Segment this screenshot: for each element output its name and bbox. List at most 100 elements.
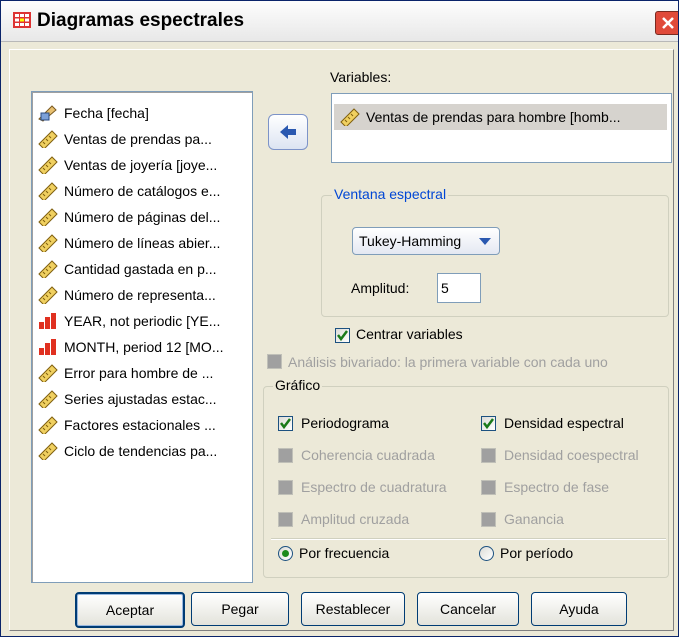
checkmark-icon [337,330,348,342]
list-item[interactable]: Ciclo de tendencias pa... [38,438,217,464]
list-item-label: Ventas de prendas para hombre [homb... [366,109,621,125]
ruler-icon [38,390,58,408]
ok-button[interactable]: Aceptar [75,592,185,628]
ok-button-label: Aceptar [105,602,155,618]
center-variables-label: Centrar variables [356,326,463,342]
phase-spectrum-label: Espectro de fase [504,479,610,495]
list-item[interactable]: Número de páginas del... [38,204,220,230]
window-title: Diagramas espectrales [37,10,245,31]
list-item-label: Error para hombre de ... [64,365,214,381]
list-item-label: Número de representa... [64,287,216,303]
source-variable-list[interactable]: Fecha [fecha] Ventas de prendas pa... Ve… [31,91,253,583]
gain-label: Ganancia [504,511,564,527]
by-period-radio[interactable] [479,546,494,561]
list-item[interactable]: Series ajustadas estac... [38,386,217,412]
quadrature-spectrum-checkbox[interactable] [278,480,293,495]
cross-amplitude-checkbox[interactable] [278,512,293,527]
spectral-window-group [321,195,669,317]
help-button[interactable]: Ayuda [531,592,627,626]
reset-button[interactable]: Restablecer [301,592,405,626]
cancel-button[interactable]: Cancelar [417,592,519,626]
close-icon [662,17,674,29]
spectral-density-label: Densidad espectral [504,415,624,431]
gain-checkbox[interactable] [481,512,496,527]
list-item-label: Factores estacionales ... [64,417,216,433]
checkmark-icon [483,418,494,430]
list-item[interactable]: Ventas de prendas pa... [38,126,212,152]
phase-spectrum-checkbox[interactable] [481,480,496,495]
by-frequency-label: Por frecuencia [299,545,390,561]
ruler-icon [38,182,58,200]
ruler-icon [38,208,58,226]
dialog-window: Diagramas espectrales Fecha [fecha] Vent… [0,0,679,637]
amplitude-label: Amplitud: [351,280,410,296]
ruler-icon [38,286,58,304]
list-item[interactable]: Número de líneas abier... [38,230,220,256]
list-item[interactable]: Ventas de prendas para hombre [homb... [334,104,667,130]
list-item[interactable]: Número de representa... [38,282,216,308]
list-item-label: Número de líneas abier... [64,235,221,251]
ruler-icon [38,442,58,460]
list-item-label: Cantidad gastada en p... [64,261,217,277]
ruler-icon [38,156,58,174]
variables-list[interactable]: Ventas de prendas para hombre [homb... [331,93,672,163]
dropdown-value: Tukey-Hamming [359,233,462,249]
close-button[interactable] [655,11,678,35]
ruler-icon [38,364,58,382]
list-item-label: MONTH, period 12 [MO... [64,339,224,355]
spectral-window-dropdown[interactable]: Tukey-Hamming [352,227,500,255]
amplitude-value: 5 [441,280,449,296]
list-item[interactable]: Error para hombre de ... [38,360,213,386]
quadrature-spectrum-label: Espectro de cuadratura [301,479,447,495]
cospectral-density-label: Densidad coespectral [504,447,639,463]
list-item[interactable]: Factores estacionales ... [38,412,216,438]
squared-coherency-checkbox[interactable] [278,448,293,463]
checkmark-icon [280,418,291,430]
paste-button-label: Pegar [221,601,259,617]
list-item[interactable]: Ventas de joyería [joye... [38,152,217,178]
list-item-label: Fecha [fecha] [64,105,149,121]
variables-label: Variables: [330,69,392,85]
spectral-window-legend: Ventana espectral [332,186,449,202]
ruler-icon [38,130,58,148]
cross-amplitude-label: Amplitud cruzada [301,511,410,527]
list-item-label: Series ajustadas estac... [64,391,217,407]
radio-selected-dot [282,550,289,557]
list-item[interactable]: Fecha [fecha] [38,100,149,126]
center-variables-checkbox[interactable] [335,328,350,343]
ruler-icon [38,234,58,252]
list-item-label: Ventas de joyería [joye... [64,157,218,173]
spectral-density-checkbox[interactable] [481,416,496,431]
move-variable-button[interactable] [268,114,308,150]
cancel-button-label: Cancelar [439,601,497,617]
ruler-icon [38,260,58,278]
by-frequency-radio[interactable] [278,546,293,561]
list-item-label: Número de catálogos e... [64,183,221,199]
periodogram-label: Periodograma [301,415,389,431]
list-item[interactable]: MONTH, period 12 [MO... [38,334,223,360]
bivariate-checkbox[interactable] [267,354,282,369]
list-item-label: YEAR, not periodic [YE... [64,313,221,329]
reset-button-label: Restablecer [315,601,391,617]
list-item-label: Ventas de prendas pa... [64,131,212,147]
plot-separator [271,538,666,540]
plot-legend: Gráfico [273,377,323,393]
periodogram-checkbox[interactable] [278,416,293,431]
ruler-icon [340,108,360,126]
table-icon [13,12,31,28]
paste-button[interactable]: Pegar [191,592,289,626]
ordinal-icon [39,339,56,355]
title-bar: Diagramas espectrales [1,1,678,42]
cospectral-density-checkbox[interactable] [481,448,496,463]
list-item-label: Ciclo de tendencias pa... [64,443,218,459]
ruler-icon [38,416,58,434]
by-period-label: Por período [500,545,574,561]
list-item[interactable]: YEAR, not periodic [YE... [38,308,220,334]
ordinal-icon [39,313,56,329]
list-item[interactable]: Número de catálogos e... [38,178,220,204]
chevron-down-icon [479,238,491,245]
squared-coherency-label: Coherencia cuadrada [301,447,435,463]
arrow-left-icon [280,125,296,139]
list-item[interactable]: Cantidad gastada en p... [38,256,217,282]
amplitude-input[interactable]: 5 [437,273,481,303]
